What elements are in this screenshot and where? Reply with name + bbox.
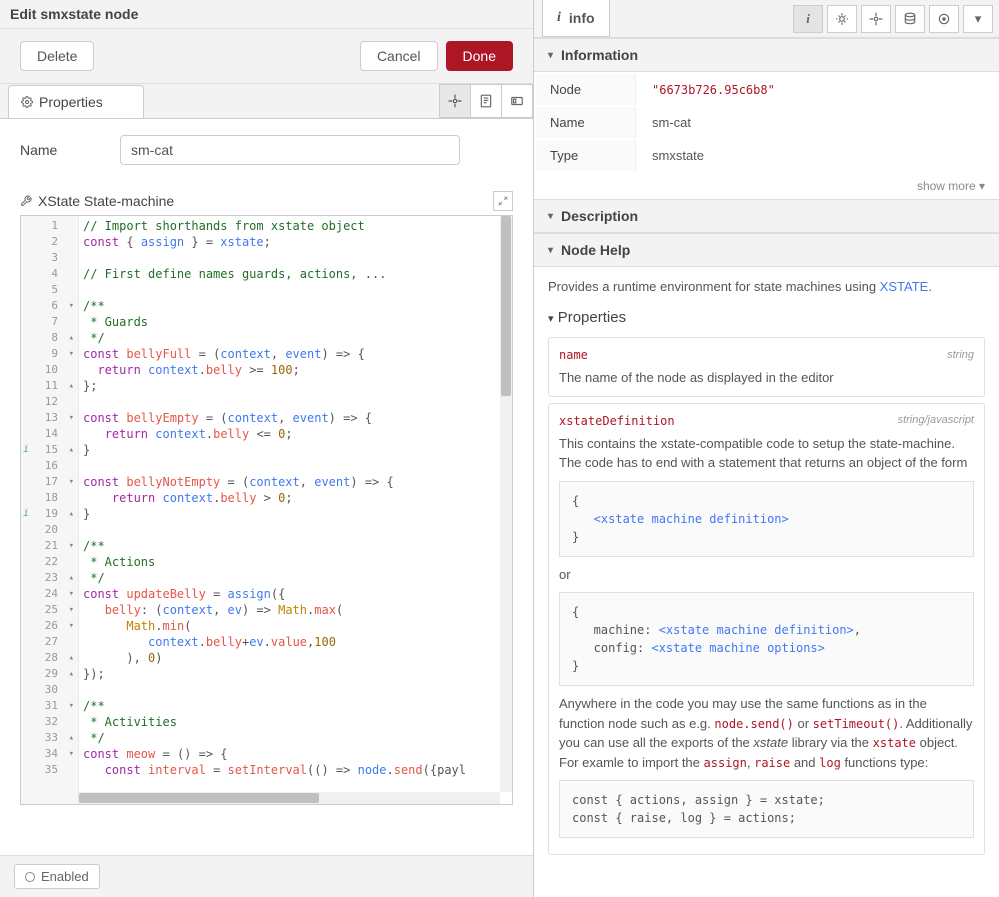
xstate-link[interactable]: XSTATE bbox=[880, 279, 929, 294]
enabled-toggle[interactable]: Enabled bbox=[14, 864, 100, 889]
info-icon: i bbox=[557, 10, 561, 26]
name-input[interactable] bbox=[120, 135, 460, 165]
info-name-label: Name bbox=[536, 107, 636, 138]
done-button[interactable]: Done bbox=[446, 41, 513, 71]
show-more-link[interactable]: show more ▾ bbox=[534, 173, 999, 199]
circle-icon bbox=[25, 872, 35, 882]
chevron-down-icon: ▾ bbox=[548, 245, 553, 256]
tab-properties[interactable]: Properties bbox=[8, 85, 144, 118]
info-node-label: Node bbox=[536, 74, 636, 105]
cancel-button[interactable]: Cancel bbox=[360, 41, 438, 71]
tab-icon-settings[interactable] bbox=[439, 84, 471, 118]
expand-editor-button[interactable] bbox=[493, 191, 513, 211]
tool-target[interactable] bbox=[929, 5, 959, 33]
chevron-down-icon: ▾ bbox=[548, 211, 553, 222]
code-example-3: const { actions, assign } = xstate; cons… bbox=[559, 780, 974, 838]
tool-dropdown[interactable]: ▾ bbox=[963, 5, 993, 33]
editor-horizontal-scrollbar[interactable] bbox=[79, 792, 500, 804]
tab-icon-appearance[interactable] bbox=[501, 84, 533, 118]
edit-panel-title: Edit smxstate node bbox=[0, 0, 533, 29]
editor-section-label: XState State-machine bbox=[38, 193, 174, 209]
enabled-label: Enabled bbox=[41, 869, 89, 884]
tab-icon-description[interactable] bbox=[470, 84, 502, 118]
settings-icon bbox=[21, 96, 33, 108]
tool-context[interactable] bbox=[895, 5, 925, 33]
wrench-icon bbox=[20, 195, 32, 207]
tool-debug[interactable] bbox=[827, 5, 857, 33]
code-editor[interactable]: 123456▾78▴9▾1011▴1213▾14i15▴1617▾18i19▴2… bbox=[20, 215, 513, 805]
info-type-label: Type bbox=[536, 140, 636, 171]
tab-label: Properties bbox=[39, 94, 103, 110]
chevron-down-icon: ▾ bbox=[548, 50, 553, 61]
nodehelp-section-header[interactable]: ▾ Node Help bbox=[534, 233, 999, 267]
info-name-value: sm-cat bbox=[638, 107, 997, 138]
description-section-header[interactable]: ▾ Description bbox=[534, 199, 999, 233]
editor-vertical-scrollbar[interactable] bbox=[500, 216, 512, 792]
name-field-label: Name bbox=[20, 142, 120, 158]
info-node-value: "6673b726.95c6b8" bbox=[652, 83, 775, 97]
prop-xstate-definition: xstateDefinition string/javascript This … bbox=[548, 403, 985, 856]
tool-config[interactable] bbox=[861, 5, 891, 33]
info-tab[interactable]: i info bbox=[542, 0, 610, 37]
information-section-header[interactable]: ▾ Information bbox=[534, 38, 999, 72]
info-type-value: smxstate bbox=[638, 140, 997, 171]
tool-info[interactable]: i bbox=[793, 5, 823, 33]
prop-name: name string The name of the node as disp… bbox=[548, 337, 985, 397]
help-content: Provides a runtime environment for state… bbox=[534, 267, 999, 871]
code-example-1: { <xstate machine definition> } bbox=[559, 481, 974, 557]
properties-heading[interactable]: ▾ Properties bbox=[548, 307, 985, 330]
info-table: Node "6673b726.95c6b8" Name sm-cat Type … bbox=[534, 72, 999, 173]
code-example-2: { machine: <xstate machine definition>, … bbox=[559, 592, 974, 686]
info-tab-label: info bbox=[569, 10, 595, 26]
delete-button[interactable]: Delete bbox=[20, 41, 94, 71]
